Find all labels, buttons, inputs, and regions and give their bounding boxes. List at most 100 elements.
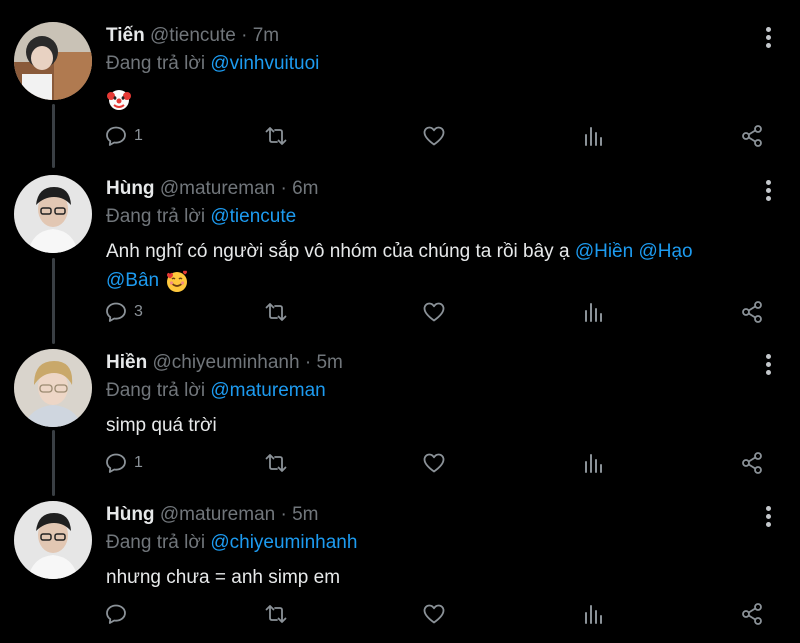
reply-count: 1 bbox=[134, 127, 143, 144]
analytics-icon bbox=[585, 303, 602, 322]
retweet-button[interactable] bbox=[264, 122, 288, 150]
handle[interactable]: @tiencute bbox=[150, 25, 236, 46]
analytics-icon bbox=[585, 454, 602, 473]
analytics-button[interactable] bbox=[582, 600, 606, 628]
reply-button[interactable]: 1 bbox=[104, 449, 143, 477]
retweet-icon bbox=[265, 127, 287, 145]
mention-link[interactable]: @Bân bbox=[106, 270, 159, 291]
heart-icon bbox=[423, 604, 445, 624]
tweet-header: Tiến @tiencute · 7m bbox=[106, 24, 760, 48]
replying-to-label: Đang trả lời bbox=[106, 380, 206, 401]
replying-to-mention[interactable]: @vinhvuituoi bbox=[210, 53, 319, 74]
reply-button[interactable]: 3 bbox=[104, 298, 143, 326]
handle[interactable]: @matureman bbox=[160, 504, 275, 525]
retweet-icon bbox=[265, 605, 287, 623]
tweet-text-content: Anh nghĩ có người sắp vô nhóm của chúng … bbox=[106, 241, 570, 262]
reply-thread: Tiến @tiencute · 7m Đang trả lời @vinhvu… bbox=[0, 0, 800, 643]
retweet-icon bbox=[265, 454, 287, 472]
share-icon bbox=[742, 603, 762, 625]
tweet-actions: 1 bbox=[104, 449, 774, 477]
clown-face-emoji-icon bbox=[107, 89, 131, 110]
tweet[interactable]: Hùng @matureman · 5m Đang trả lời @chiye… bbox=[0, 495, 800, 643]
share-icon bbox=[742, 301, 762, 323]
tweet-text bbox=[106, 84, 760, 113]
tweet-header: Hiền @chiyeuminhanh · 5m bbox=[106, 351, 760, 375]
separator-dot: · bbox=[235, 25, 253, 46]
display-name[interactable]: Hùng bbox=[106, 504, 155, 525]
tweet-actions: 3 bbox=[104, 298, 774, 326]
like-button[interactable] bbox=[422, 600, 446, 628]
reply-icon bbox=[106, 453, 126, 473]
share-icon bbox=[742, 452, 762, 474]
like-button[interactable] bbox=[422, 298, 446, 326]
display-name[interactable]: Hiền bbox=[106, 352, 147, 373]
like-button[interactable] bbox=[422, 449, 446, 477]
tweet-text: nhưng chưa = anh simp em bbox=[106, 567, 341, 588]
analytics-button[interactable] bbox=[582, 122, 606, 150]
separator-dot: · bbox=[275, 178, 293, 199]
separator-dot: · bbox=[299, 352, 317, 373]
retweet-button[interactable] bbox=[264, 600, 288, 628]
analytics-icon bbox=[585, 127, 602, 146]
reply-icon bbox=[106, 604, 126, 624]
display-name[interactable]: Tiến bbox=[106, 25, 145, 46]
avatar[interactable] bbox=[14, 22, 92, 100]
avatar[interactable] bbox=[14, 175, 92, 253]
replying-to-mention[interactable]: @matureman bbox=[210, 380, 325, 401]
share-button[interactable] bbox=[740, 122, 764, 150]
timestamp[interactable]: 6m bbox=[292, 178, 318, 199]
replying-to: Đang trả lời @tiencute bbox=[106, 205, 760, 229]
analytics-button[interactable] bbox=[582, 298, 606, 326]
reply-icon bbox=[106, 302, 126, 322]
share-icon bbox=[742, 125, 762, 147]
analytics-button[interactable] bbox=[582, 449, 606, 477]
tweet[interactable]: Tiến @tiencute · 7m Đang trả lời @vinhvu… bbox=[0, 0, 800, 165]
tweet-actions bbox=[104, 600, 774, 628]
smiling-face-with-hearts-emoji-icon bbox=[167, 270, 188, 292]
heart-icon bbox=[423, 126, 445, 146]
replying-to-mention[interactable]: @chiyeuminhanh bbox=[210, 532, 357, 553]
reply-count: 3 bbox=[134, 303, 143, 320]
replying-to-label: Đang trả lời bbox=[106, 532, 206, 553]
tweet-text: simp quá trời bbox=[106, 415, 217, 436]
retweet-button[interactable] bbox=[264, 298, 288, 326]
retweet-button[interactable] bbox=[264, 449, 288, 477]
reply-button[interactable]: 1 bbox=[104, 122, 143, 150]
replying-to-label: Đang trả lời bbox=[106, 53, 206, 74]
like-button[interactable] bbox=[422, 122, 446, 150]
replying-to: Đang trả lời @matureman bbox=[106, 379, 760, 403]
timestamp[interactable]: 5m bbox=[316, 352, 342, 373]
replying-to-label: Đang trả lời bbox=[106, 206, 206, 227]
avatar[interactable] bbox=[14, 349, 92, 427]
handle[interactable]: @matureman bbox=[160, 178, 275, 199]
more-options-icon[interactable] bbox=[766, 506, 772, 530]
tweet[interactable]: Hùng @matureman · 6m Đang trả lời @tienc… bbox=[0, 165, 800, 337]
tweet[interactable]: Hiền @chiyeuminhanh · 5m Đang trả lời @m… bbox=[0, 337, 800, 495]
replying-to: Đang trả lời @vinhvuituoi bbox=[106, 52, 760, 76]
timestamp[interactable]: 5m bbox=[292, 504, 318, 525]
heart-icon bbox=[423, 453, 445, 473]
share-button[interactable] bbox=[740, 298, 764, 326]
tweet-text: Anh nghĩ có người sắp vô nhóm của chúng … bbox=[106, 237, 760, 295]
reply-count: 1 bbox=[134, 454, 143, 471]
more-options-icon[interactable] bbox=[766, 27, 772, 51]
reply-icon bbox=[106, 126, 126, 146]
more-options-icon[interactable] bbox=[766, 354, 772, 378]
display-name[interactable]: Hùng bbox=[106, 178, 155, 199]
more-options-icon[interactable] bbox=[766, 180, 772, 204]
mention-link[interactable]: @Hiền bbox=[575, 241, 633, 262]
timestamp[interactable]: 7m bbox=[253, 25, 279, 46]
heart-icon bbox=[423, 302, 445, 322]
reply-button[interactable] bbox=[104, 600, 134, 628]
share-button[interactable] bbox=[740, 600, 764, 628]
mention-link[interactable]: @Hạo bbox=[638, 241, 692, 262]
replying-to-mention[interactable]: @tiencute bbox=[210, 206, 296, 227]
handle[interactable]: @chiyeuminhanh bbox=[152, 352, 299, 373]
separator-dot: · bbox=[275, 504, 293, 525]
share-button[interactable] bbox=[740, 449, 764, 477]
tweet-header: Hùng @matureman · 5m bbox=[106, 503, 760, 527]
avatar[interactable] bbox=[14, 501, 92, 579]
tweet-header: Hùng @matureman · 6m bbox=[106, 177, 760, 201]
replying-to: Đang trả lời @chiyeuminhanh bbox=[106, 531, 760, 555]
retweet-icon bbox=[265, 303, 287, 321]
